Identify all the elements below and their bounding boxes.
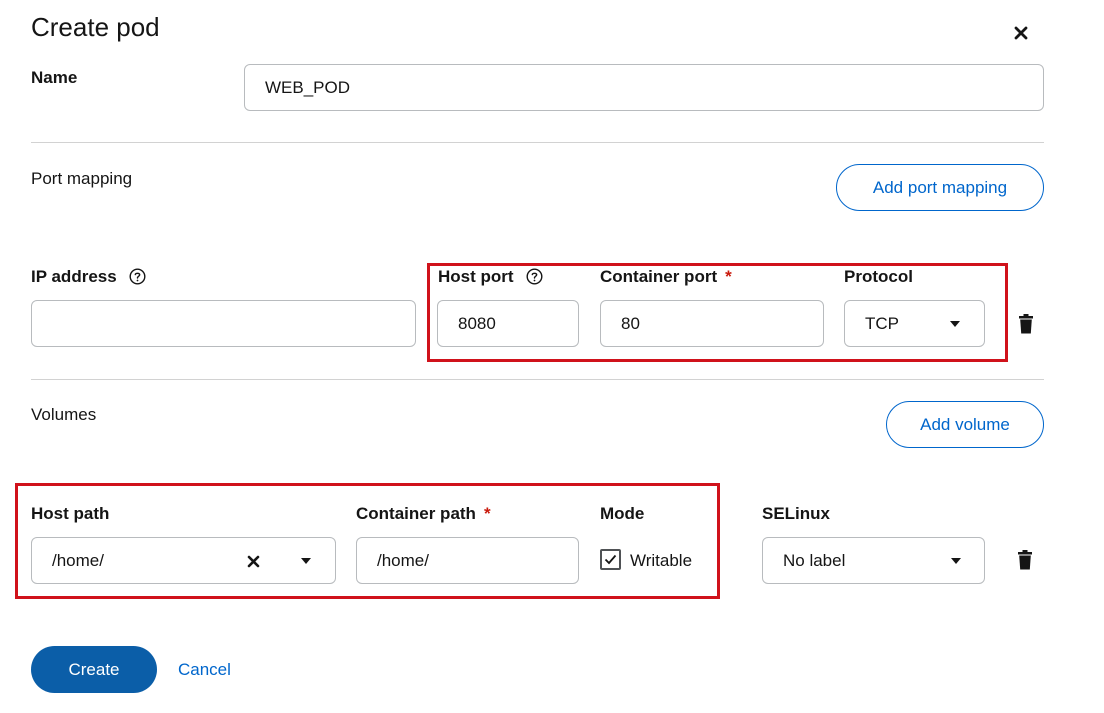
divider (31, 379, 1044, 380)
port-mapping-section-label: Port mapping (31, 169, 133, 188)
trash-icon[interactable] (1018, 314, 1034, 334)
help-icon[interactable] (129, 268, 146, 285)
ip-address-input[interactable] (31, 300, 416, 347)
port-highlight-box (427, 263, 1008, 362)
ip-address-label: IP address (31, 267, 146, 287)
name-label: Name (31, 68, 78, 87)
add-volume-button[interactable]: Add volume (886, 401, 1044, 448)
add-port-mapping-button[interactable]: Add port mapping (836, 164, 1044, 211)
caret-down-icon (951, 558, 961, 564)
close-icon (1014, 26, 1028, 40)
add-volume-label: Add volume (920, 414, 1010, 434)
selinux-select[interactable]: No label (762, 537, 985, 584)
create-button[interactable]: Create (31, 646, 157, 693)
cancel-link[interactable]: Cancel (178, 660, 231, 680)
dialog-title: Create pod (31, 12, 160, 42)
volumes-section-label: Volumes (31, 405, 97, 424)
add-port-mapping-label: Add port mapping (872, 177, 1008, 197)
volume-highlight-box (15, 483, 720, 599)
selinux-value: No label (783, 550, 846, 570)
divider (31, 142, 1044, 143)
name-input-value: WEB_POD (265, 77, 351, 97)
trash-icon[interactable] (1017, 550, 1033, 570)
close-button[interactable] (1010, 22, 1032, 44)
create-label: Create (68, 659, 120, 679)
name-input[interactable]: WEB_POD (244, 64, 1044, 111)
selinux-label: SELinux (762, 504, 831, 523)
